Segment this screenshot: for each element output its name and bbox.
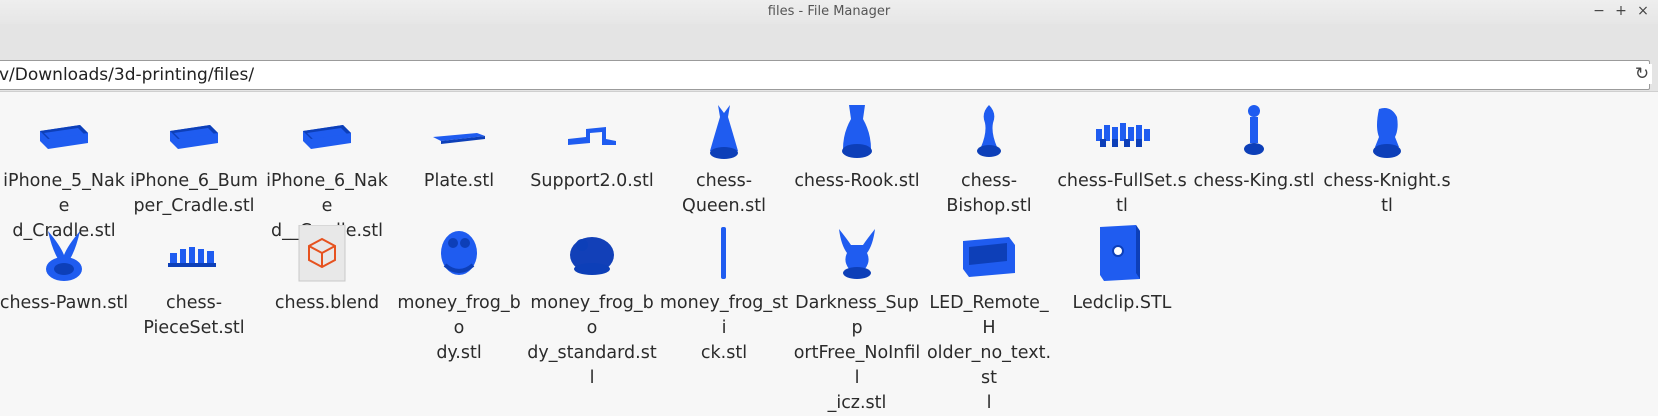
file-name-label: ortFree_NoInfill (793, 343, 921, 388)
reload-icon[interactable]: ↻ (1632, 64, 1652, 84)
file-item[interactable]: money_frog_sti ck.stl (657, 221, 791, 366)
chess-knight-icon[interactable] (1320, 99, 1454, 169)
file-item[interactable]: money_frog_bo dy_standard.stl (525, 221, 659, 391)
cradle-model-icon[interactable] (260, 99, 394, 169)
title-bar: files - File Manager − + × (0, 0, 1658, 24)
close-icon[interactable]: × (1634, 2, 1652, 20)
file-item[interactable]: Ledclip.STL (1055, 221, 1189, 316)
file-name-label: Support2.0.stl (530, 171, 654, 191)
file-item[interactable]: chess-Knight.stl (1320, 99, 1454, 219)
maximize-icon[interactable]: + (1612, 2, 1630, 20)
file-name-label: chess- (165, 293, 223, 313)
file-item[interactable]: LED_Remote_H older_no_text.stl (922, 221, 1056, 416)
chess-rook-icon[interactable] (790, 99, 924, 169)
file-name-label: money_frog_sti (659, 293, 789, 338)
plate-model-icon[interactable] (392, 99, 526, 169)
file-name-label: money_frog_bo (397, 293, 521, 338)
cradle-model-icon[interactable] (0, 99, 131, 169)
file-item[interactable]: chess- Queen.stl (657, 99, 791, 219)
file-name-label: chess- (960, 171, 1018, 191)
frog-standard-model-icon[interactable] (525, 221, 659, 291)
file-name-label: Darkness_Supp (795, 293, 919, 338)
file-name-label: dy_standard.stl (527, 343, 657, 388)
file-item[interactable]: Darkness_Supp ortFree_NoInfill _icz.stl (790, 221, 924, 416)
file-name-label: Ledclip.STL (1072, 293, 1172, 313)
file-name-label: ck.stl (700, 343, 748, 363)
file-name-label: chess-FullSet.stl (1057, 171, 1187, 216)
file-name-label: chess-Pawn.stl (0, 293, 129, 313)
chess-pieceset-icon[interactable] (127, 221, 261, 291)
blend-file-icon[interactable] (260, 221, 394, 291)
file-item[interactable]: chess.blend (260, 221, 394, 316)
file-item[interactable]: chess-Pawn.stl (0, 221, 131, 316)
file-name-label: iPhone_6_Bum (130, 171, 258, 191)
chess-queen-icon[interactable] (657, 99, 791, 169)
file-name-label: Bishop.stl (946, 196, 1032, 216)
file-item[interactable]: iPhone_6_Bum per_Cradle.stl (127, 99, 261, 219)
file-name-label: Queen.stl (682, 196, 766, 216)
frog-model-icon[interactable] (392, 221, 526, 291)
chess-fullset-icon[interactable] (1055, 99, 1189, 169)
file-item[interactable]: chess-Rook.stl (790, 99, 924, 194)
file-name-label: Plate.stl (423, 171, 495, 191)
location-input[interactable]: v/Downloads/3d-printing/files/ (0, 60, 1650, 90)
file-item[interactable]: chess-King.stl (1187, 99, 1321, 194)
file-item[interactable]: chess- PieceSet.stl (127, 221, 261, 341)
file-name-label: PieceSet.stl (143, 318, 245, 338)
file-name-label: per_Cradle.stl (133, 196, 255, 216)
toolbar-area (0, 24, 1658, 60)
file-name-label: chess-Knight.stl (1323, 171, 1451, 216)
file-name-label: chess-Rook.stl (794, 171, 920, 191)
chess-king-icon[interactable] (1187, 99, 1321, 169)
remote-holder-model-icon[interactable] (922, 221, 1056, 291)
ledclip-model-icon[interactable] (1055, 221, 1189, 291)
file-name-label: money_frog_bo (530, 293, 654, 338)
file-name-label: LED_Remote_H (929, 293, 1049, 338)
file-item[interactable]: chess- Bishop.stl (922, 99, 1056, 219)
file-name-label: iPhone_5_Nake (3, 171, 125, 216)
file-name-label: l (986, 393, 992, 413)
minimize-icon[interactable]: − (1590, 2, 1608, 20)
file-name-label: chess-King.stl (1193, 171, 1315, 191)
file-icon-view[interactable]: iPhone_5_Nake d_Cradle.stl iPhone_6_Bum per… (0, 93, 1658, 416)
file-item[interactable]: money_frog_bo dy.stl (392, 221, 526, 366)
file-name-label: _icz.stl (827, 393, 887, 413)
support-model-icon[interactable] (525, 99, 659, 169)
window-title: files - File Manager (767, 4, 891, 19)
darkness-model-icon[interactable] (790, 221, 924, 291)
file-name-label: older_no_text.st (926, 343, 1052, 388)
chess-bishop-icon[interactable] (922, 99, 1056, 169)
chess-pawn-icon[interactable] (0, 221, 131, 291)
file-name-label: iPhone_6_Nake (266, 171, 388, 216)
stick-model-icon[interactable] (657, 221, 791, 291)
file-name-label: chess.blend (274, 293, 380, 313)
location-bar: v/Downloads/3d-printing/files/ ↻ (0, 60, 1658, 92)
file-name-label: dy.stl (436, 343, 482, 363)
file-item[interactable]: chess-FullSet.stl (1055, 99, 1189, 219)
file-item[interactable]: Support2.0.stl (525, 99, 659, 194)
cradle-model-icon[interactable] (127, 99, 261, 169)
file-item[interactable]: Plate.stl (392, 99, 526, 194)
file-name-label: chess- (695, 171, 753, 191)
